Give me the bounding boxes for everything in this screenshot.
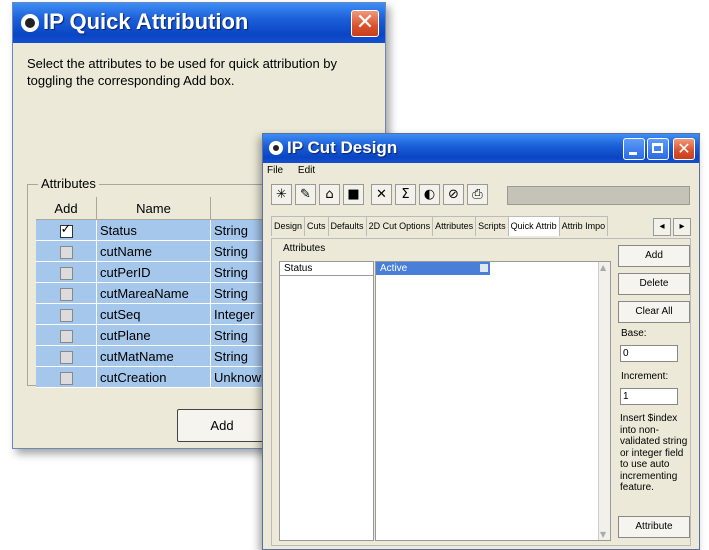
no-tool-icon[interactable]: ⊘ bbox=[443, 184, 464, 205]
add-checkbox[interactable] bbox=[59, 222, 73, 238]
toolbar-field[interactable] bbox=[507, 186, 690, 205]
app-icon bbox=[21, 14, 39, 32]
add-checkbox[interactable] bbox=[59, 350, 73, 364]
add-checkbox[interactable] bbox=[59, 329, 73, 343]
menu-bar: File Edit bbox=[267, 165, 327, 176]
cut-design-window: IP Cut Design ✕ File Edit ✳ ✎ ⌂ ■ ✕ Σ ◐ … bbox=[262, 133, 700, 550]
attribute-button[interactable]: Attribute bbox=[618, 516, 690, 538]
tab-design[interactable]: Design bbox=[271, 216, 306, 236]
list-item-label: Active bbox=[380, 263, 408, 274]
column-header-name[interactable]: Name bbox=[96, 197, 211, 220]
attribute-value-list[interactable]: Active ▲ ▼ bbox=[375, 261, 611, 541]
tab-quick-attrib[interactable]: Quick Attrib bbox=[507, 216, 560, 236]
window-title: IP Cut Design bbox=[287, 138, 398, 157]
instructions-text: Select the attributes to be used for qui… bbox=[27, 56, 338, 88]
clear-all-button[interactable]: Clear All bbox=[618, 301, 690, 323]
attribute-name-cell: cutMatName bbox=[96, 345, 211, 367]
tab-scroll-right-icon[interactable]: ▸ bbox=[673, 218, 691, 236]
title-bar[interactable]: IP Cut Design ✕ bbox=[263, 134, 699, 163]
tab-2d-cut-options[interactable]: 2D Cut Options bbox=[365, 216, 434, 236]
increment-label: Increment: bbox=[621, 371, 669, 382]
tab-defaults[interactable]: Defaults bbox=[327, 216, 367, 236]
app-icon bbox=[269, 141, 283, 155]
minimize-button[interactable] bbox=[623, 138, 645, 160]
add-checkbox[interactable] bbox=[59, 245, 73, 259]
attribute-name-cell: cutCreation bbox=[96, 366, 211, 388]
column-header-add[interactable]: Add bbox=[36, 197, 97, 220]
tab-scroll-arrows: ◂ ▸ bbox=[653, 218, 693, 236]
tab-attributes[interactable]: Attributes bbox=[432, 216, 477, 236]
menu-file[interactable]: File bbox=[267, 165, 283, 176]
close-button[interactable]: ✕ bbox=[673, 138, 695, 160]
export-icon[interactable]: ⎙ bbox=[467, 184, 488, 205]
add-button[interactable]: Add bbox=[177, 409, 267, 442]
attribute-name-cell: cutMareaName bbox=[96, 282, 211, 304]
index-help-text: Insert $index into non-validated string … bbox=[620, 413, 688, 493]
attributes-group-label: Attributes bbox=[38, 176, 99, 191]
add-cell bbox=[36, 366, 97, 388]
attribute-name-cell: cutPerID bbox=[96, 261, 211, 283]
attributes-group-label: Attributes bbox=[281, 243, 328, 254]
tab-strip: Design Cuts Defaults 2D Cut Options Attribut… bbox=[271, 216, 699, 238]
window-title: IP Quick Attribution bbox=[43, 9, 249, 34]
menu-edit[interactable]: Edit bbox=[298, 165, 315, 176]
increment-input[interactable]: 1 bbox=[620, 388, 678, 405]
add-cell bbox=[36, 282, 97, 304]
tab-scroll-left-icon[interactable]: ◂ bbox=[653, 218, 671, 236]
add-cell bbox=[36, 345, 97, 367]
add-cell bbox=[36, 303, 97, 325]
dropdown-icon[interactable] bbox=[480, 264, 488, 272]
scroll-down-icon[interactable]: ▼ bbox=[600, 530, 606, 539]
attribute-name-cell: cutName bbox=[96, 240, 211, 262]
base-input[interactable]: 0 bbox=[620, 345, 678, 362]
add-cell bbox=[36, 324, 97, 346]
attribute-name-cell: cutPlane bbox=[96, 324, 211, 346]
tab-attrib-impo[interactable]: Attrib Impo bbox=[558, 216, 609, 236]
attribute-name-cell: cutSeq bbox=[96, 303, 211, 325]
list-item-selected[interactable]: Active bbox=[376, 262, 490, 275]
delete-button[interactable]: Delete bbox=[618, 273, 690, 295]
list-item[interactable]: Status bbox=[280, 262, 373, 276]
add-checkbox[interactable] bbox=[59, 266, 73, 280]
open-folder-icon[interactable]: ⌂ bbox=[319, 184, 340, 205]
sum-icon[interactable]: Σ bbox=[395, 184, 416, 205]
add-cell bbox=[36, 219, 97, 241]
shape-tool-icon[interactable]: ✎ bbox=[295, 184, 316, 205]
vertical-scrollbar[interactable]: ▲ ▼ bbox=[598, 262, 610, 540]
attribute-name-list[interactable]: Status bbox=[279, 261, 374, 541]
tab-cuts[interactable]: Cuts bbox=[304, 216, 329, 236]
measure-icon[interactable]: ◐ bbox=[419, 184, 440, 205]
save-icon[interactable]: ■ bbox=[343, 184, 364, 205]
add-cell bbox=[36, 240, 97, 262]
add-checkbox[interactable] bbox=[59, 371, 73, 385]
add-cell bbox=[36, 261, 97, 283]
add-checkbox[interactable] bbox=[59, 287, 73, 301]
close-button[interactable]: ✕ bbox=[351, 10, 379, 37]
tab-scripts[interactable]: Scripts bbox=[475, 216, 509, 236]
maximize-button[interactable] bbox=[647, 138, 669, 160]
delete-icon[interactable]: ✕ bbox=[371, 184, 392, 205]
attribute-name-cell: Status bbox=[96, 219, 211, 241]
sparkle-icon[interactable]: ✳ bbox=[271, 184, 292, 205]
add-checkbox[interactable] bbox=[59, 308, 73, 322]
scroll-up-icon[interactable]: ▲ bbox=[600, 263, 606, 272]
add-attribute-button[interactable]: Add bbox=[618, 245, 690, 267]
title-bar[interactable]: IP Quick Attribution ✕ bbox=[13, 3, 385, 43]
base-label: Base: bbox=[621, 328, 647, 339]
